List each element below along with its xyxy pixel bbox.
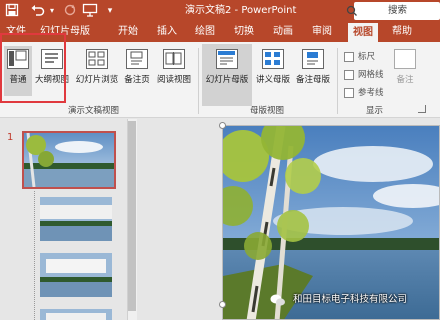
slide-master-button[interactable]: 幻灯片母版 [202,44,252,106]
guides-label: 参考线 [358,88,384,98]
tab-insert[interactable]: 插入 [157,22,177,42]
window-title: 演示文稿2 - PowerPoint [185,5,297,16]
resize-handle[interactable] [219,122,226,129]
title-bar: ▾ ▾ 演示文稿2 - PowerPoint 搜索(Alt+Q) [0,0,440,34]
resize-handle[interactable] [219,301,226,308]
gridlines-checkbox[interactable]: 网格线 [344,68,384,80]
ribbon-tab-bar: 文件 幻灯片母版 开始 插入 绘图 切换 动画 审阅 视图 帮助 [0,22,440,42]
slide-thumbnail-4[interactable] [40,309,112,320]
reading-view-label: 阅读视图 [156,75,191,85]
customize-toolbar-icon[interactable]: ▾ [104,3,116,19]
slide-thumbnail-2[interactable] [40,197,112,241]
highlight-box [0,33,66,103]
scrollbar-thumb[interactable] [128,121,136,311]
reading-view-icon [163,49,185,69]
landscape-image [40,253,112,297]
dialog-launcher-icon[interactable] [418,105,426,113]
slide-thumbnail-1[interactable] [22,131,116,189]
tab-transitions[interactable]: 切换 [234,22,254,42]
tab-home[interactable]: 开始 [118,22,138,42]
tab-help[interactable]: 帮助 [392,22,412,42]
notes-page-label: 备注页 [124,75,150,85]
redo-icon[interactable] [62,3,78,19]
slide-number: 1 [7,132,14,143]
save-icon[interactable] [4,3,20,19]
ribbon-separator [337,48,338,114]
checkbox-box [344,51,354,62]
undo-icon[interactable] [30,3,46,19]
slide-sorter-button[interactable]: 幻灯片浏览 [75,46,119,96]
landscape-image [24,133,114,187]
notes-master-label: 备注母版 [295,75,330,85]
tab-view[interactable]: 视图 [348,23,378,42]
landscape-image [40,309,112,320]
tab-review[interactable]: 审阅 [312,22,332,42]
handout-master-label: 讲义母版 [255,75,290,85]
handout-master-button[interactable]: 讲义母版 [254,46,292,96]
guides-checkbox[interactable]: 参考线 [344,86,384,98]
notes-icon [394,49,416,69]
slide-master-label: 幻灯片母版 [205,75,249,85]
undo-dropdown-icon[interactable]: ▾ [47,3,57,19]
notes-button[interactable]: 备注 [392,46,418,96]
layout-connector-line [34,191,35,320]
slide-sorter-icon [86,49,108,69]
ruler-label: 标尺 [358,52,376,62]
notes-master-icon [302,49,324,69]
presentation-views-group-label: 演示文稿视图 [68,106,120,116]
slide-thumbnail-3[interactable] [40,253,112,297]
notes-master-button[interactable]: 备注母版 [294,46,332,96]
tab-animations[interactable]: 动画 [273,22,293,42]
ribbon-separator [198,48,199,114]
slideshow-from-beginning-icon[interactable] [82,3,98,19]
checkbox-box [344,87,354,98]
landscape-image [40,197,112,241]
reading-view-button[interactable]: 阅读视图 [155,46,193,96]
master-views-group-label: 母版视图 [250,106,285,116]
gridlines-label: 网格线 [358,70,384,80]
ribbon: 普通 大纲视图 幻灯片浏览 备注页 阅读视图 演示文稿视图 幻灯片母版 讲义母版… [0,42,440,118]
checkbox-box [344,69,354,80]
search-box[interactable]: 搜索(Alt+Q) [346,2,440,34]
handout-master-icon [262,49,284,69]
notes-page-icon [126,49,148,69]
watermark-text: 和田目标电子科技有限公司 [293,294,408,305]
watermark: 和田目标电子科技有限公司 [270,290,438,310]
slide-master-icon [216,49,238,69]
wechat-icon [270,292,286,308]
show-group-label: 显示 [366,106,384,116]
notes-page-button[interactable]: 备注页 [122,46,152,96]
tab-draw[interactable]: 绘图 [195,22,215,42]
notes-label: 备注 [396,75,414,85]
ruler-checkbox[interactable]: 标尺 [344,50,375,62]
slide-sorter-label: 幻灯片浏览 [75,75,119,85]
